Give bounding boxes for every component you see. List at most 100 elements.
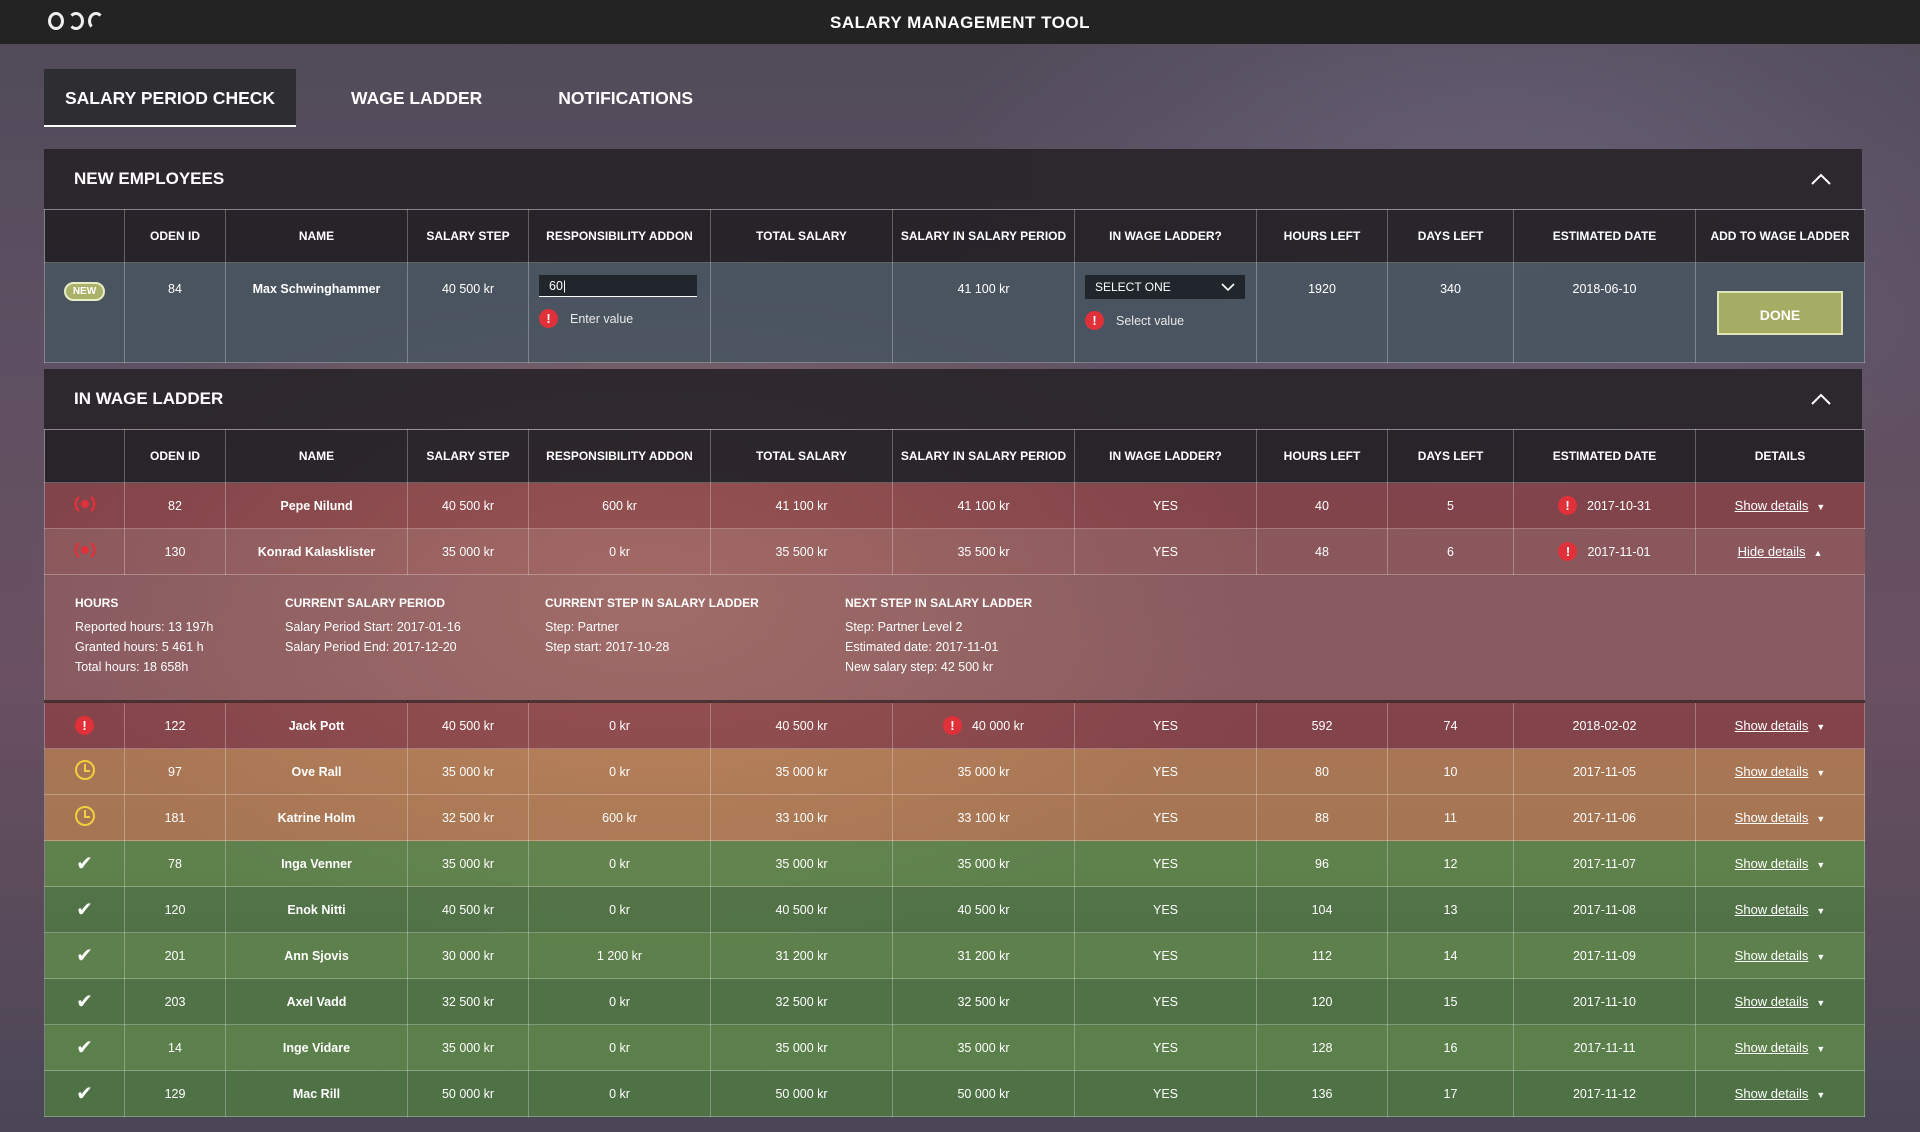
column-header: RESPONSIBILITY ADDON xyxy=(528,429,711,483)
caret-down-icon: ▼ xyxy=(1816,1044,1826,1054)
cell-salary-period: 32 500 kr xyxy=(892,978,1075,1025)
cell-days-left: 14 xyxy=(1387,932,1514,979)
details-line: Salary Period Start: 2017-01-16 xyxy=(285,620,461,634)
status-cell: ! xyxy=(44,701,125,749)
cell-id: 122 xyxy=(124,701,226,749)
cell-total-salary: 50 000 kr xyxy=(710,1070,893,1117)
cell-id: 201 xyxy=(124,932,226,979)
wage-ladder-table: ODEN ID NAME SALARY STEP RESPONSIBILITY ADD… xyxy=(44,429,1865,1117)
caret-down-icon: ▼ xyxy=(1816,502,1826,512)
show-details-link[interactable]: Show details xyxy=(1735,948,1809,963)
cell-id: 84 xyxy=(124,262,226,363)
checkmark-icon: ✔ xyxy=(76,945,93,967)
checkmark-icon: ✔ xyxy=(76,899,93,921)
details-cell: Show details ▼ xyxy=(1695,978,1865,1025)
column-header xyxy=(44,209,125,263)
cell-salary-period: 33 100 kr xyxy=(892,794,1075,841)
cell-name: Inga Venner xyxy=(225,840,408,887)
cell-id: 181 xyxy=(124,794,226,841)
details-line: Reported hours: 13 197h xyxy=(75,620,214,634)
table-row: ✔ 203 Axel Vadd 32 500 kr 0 kr 32 500 kr 32 50… xyxy=(44,978,1865,1025)
show-details-link[interactable]: Show details xyxy=(1735,902,1809,917)
cell-estimated-date: 2017-11-05 xyxy=(1513,748,1696,795)
tab-notifications[interactable]: NOTIFICATIONS xyxy=(537,69,714,127)
chevron-up-icon[interactable] xyxy=(1810,169,1832,191)
wage-ladder-error: ! Select value xyxy=(1075,311,1256,330)
table-row: ! 122 Jack Pott 40 500 kr 0 kr 40 500 kr! 40 0… xyxy=(44,701,1865,749)
column-header: HOURS LEFT xyxy=(1256,429,1388,483)
cell-hours-left: 592 xyxy=(1256,701,1388,749)
cell-salary-step: 30 000 kr xyxy=(407,932,529,979)
cell-name: Inge Vidare xyxy=(225,1024,408,1071)
cell-hours-left: 48 xyxy=(1256,528,1388,575)
column-header: DAYS LEFT xyxy=(1387,209,1514,263)
cell-salary-step: 40 500 kr xyxy=(407,262,529,363)
cell-hours-left: 112 xyxy=(1256,932,1388,979)
cell-id: 129 xyxy=(124,1070,226,1117)
cell-name: Ove Rall xyxy=(225,748,408,795)
column-header: ESTIMATED DATE xyxy=(1513,209,1696,263)
cell-total-salary: 35 000 kr xyxy=(710,840,893,887)
show-details-link[interactable]: Show details xyxy=(1735,498,1809,513)
cell-total-salary: 33 100 kr xyxy=(710,794,893,841)
clock-icon xyxy=(74,760,95,780)
cell-estimated-date: 2017-11-06 xyxy=(1513,794,1696,841)
show-details-link[interactable]: Show details xyxy=(1735,1086,1809,1101)
status-cell: ✔ xyxy=(44,932,125,979)
cell-total-salary: 35 000 kr xyxy=(710,748,893,795)
caret-down-icon: ▼ xyxy=(1816,1090,1826,1100)
details-line: Step: Partner Level 2 xyxy=(845,620,963,634)
cell-days-left: 16 xyxy=(1387,1024,1514,1071)
done-button[interactable]: DONE xyxy=(1717,290,1843,335)
cell-salary-period: 35 500 kr xyxy=(892,528,1075,575)
chevron-up-icon[interactable] xyxy=(1810,389,1832,411)
tab-wage-ladder[interactable]: WAGE LADDER xyxy=(330,69,503,127)
show-details-link[interactable]: Show details xyxy=(1735,1040,1809,1055)
details-cell: Show details ▼ xyxy=(1695,1070,1865,1117)
responsibility-addon-input[interactable] xyxy=(539,275,697,297)
column-header: SALARY STEP xyxy=(407,429,529,483)
cell-days-left: 74 xyxy=(1387,701,1514,749)
status-cell: ✔ xyxy=(44,1024,125,1071)
table-row: 82 Pepe Nilund 40 500 kr 600 kr 41 100 kr 41 … xyxy=(44,482,1865,529)
cell-id: 130 xyxy=(124,528,226,575)
show-details-link[interactable]: Show details xyxy=(1735,856,1809,871)
cell-estimated-date: 2017-11-07 xyxy=(1513,840,1696,887)
cell-hours-left: 128 xyxy=(1256,1024,1388,1071)
details-line: Total hours: 18 658h xyxy=(75,660,189,674)
show-details-link[interactable]: Show details xyxy=(1735,994,1809,1009)
status-cell xyxy=(44,482,125,529)
cell-salary-step: 32 500 kr xyxy=(407,978,529,1025)
show-details-link[interactable]: Show details xyxy=(1735,718,1809,733)
caret-down-icon: ▼ xyxy=(1816,768,1826,778)
show-details-link[interactable]: Show details xyxy=(1735,764,1809,779)
clock-icon xyxy=(74,806,95,826)
cell-responsibility-addon: 0 kr xyxy=(528,886,711,933)
cell-days-left: 12 xyxy=(1387,840,1514,887)
cell-name: Max Schwinghammer xyxy=(225,262,408,363)
cell-hours-left: 80 xyxy=(1256,748,1388,795)
cell-name: Axel Vadd xyxy=(225,978,408,1025)
details-line: Step: Partner xyxy=(545,620,619,634)
section-title: IN WAGE LADDER xyxy=(74,389,224,408)
wage-ladder-select[interactable]: SELECT ONE xyxy=(1085,275,1245,299)
status-cell xyxy=(44,794,125,841)
hide-details-link[interactable]: Hide details xyxy=(1738,544,1806,559)
cell-salary-step: 40 500 kr xyxy=(407,886,529,933)
caret-up-icon: ▲ xyxy=(1813,548,1823,558)
cell-in-wage-ladder: YES xyxy=(1074,886,1257,933)
tab-salary-period-check[interactable]: SALARY PERIOD CHECK xyxy=(44,69,297,127)
cell-in-wage-ladder: YES xyxy=(1074,1070,1257,1117)
section-title: NEW EMPLOYEES xyxy=(74,169,225,188)
cell-id: 97 xyxy=(124,748,226,795)
table-row: ✔ 78 Inga Venner 35 000 kr 0 kr 35 000 kr 35 0… xyxy=(44,840,1865,887)
show-details-link[interactable]: Show details xyxy=(1735,810,1809,825)
details-next-step: NEXT STEP IN SALARY LADDER Step: Partner … xyxy=(845,593,1032,677)
details-cell: Show details ▼ xyxy=(1695,840,1865,887)
new-badge: NEW xyxy=(63,282,106,301)
cell-salary-step: 35 000 kr xyxy=(407,1024,529,1071)
table-row: NEW 84 Max Schwinghammer 40 500 kr ! Ent… xyxy=(44,262,1865,363)
caret-down-icon: ▼ xyxy=(1816,860,1826,870)
exclamation-circle-icon: ! xyxy=(1558,542,1578,561)
wage-ladder-header: IN WAGE LADDER xyxy=(44,369,1862,429)
